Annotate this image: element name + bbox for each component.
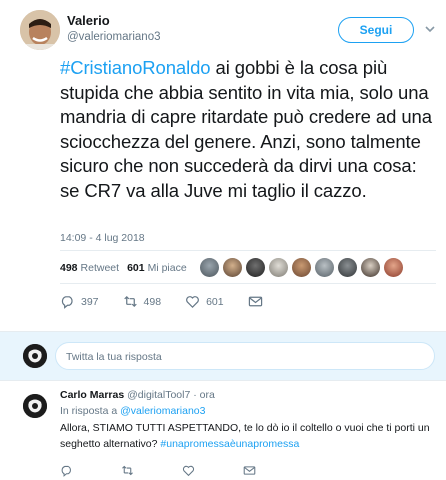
retweet-icon[interactable] [121,464,134,477]
liker-avatars [200,258,403,277]
reply-header: Carlo Marras @digitalTool7 · ora [60,389,215,401]
reply-input[interactable]: Twitta la tua risposta [55,342,435,370]
retweet-stat[interactable]: 498 Retweet [60,262,119,274]
tweet-text: #CristianoRonaldo ai gobbi è la cosa più… [60,56,440,203]
mail-icon[interactable] [243,464,256,477]
like-action[interactable]: 601 [185,294,224,309]
reply-author-handle[interactable]: @digitalTool7 [127,389,190,401]
tweet-hashtag[interactable]: #CristianoRonaldo [60,57,211,78]
like-stat[interactable]: 601 Mi piace [127,262,187,274]
divider [60,250,436,251]
liker-avatar[interactable] [200,258,219,277]
reply-actions [60,464,304,477]
reply-time[interactable]: · ora [193,389,215,401]
liker-avatar[interactable] [223,258,242,277]
retweet-action-count: 498 [143,295,162,308]
tweet-actions: 397 498 601 [60,294,287,309]
user-avatar [23,344,47,368]
mail-icon [248,296,262,307]
liker-avatar[interactable] [338,258,357,277]
liker-avatar[interactable] [315,258,334,277]
tweet-stats: 498 Retweet 601 Mi piace [60,262,187,274]
like-stat-label: Mi piace [147,262,187,274]
heart-icon [186,296,199,308]
tweet-body: ai gobbi è la cosa più stupida che abbia… [60,57,432,201]
chevron-down-icon[interactable] [425,24,435,34]
retweet-action[interactable]: 498 [123,294,162,309]
heart-icon[interactable] [182,464,195,477]
author-handle[interactable]: @valeriomariano3 [67,31,161,43]
reply-count: 397 [81,295,99,308]
tweet-timestamp[interactable]: 14:09 - 4 lug 2018 [60,232,145,244]
dm-action[interactable] [248,294,263,309]
author-avatar[interactable] [20,10,60,50]
divider [60,283,436,284]
liker-avatar[interactable] [269,258,288,277]
like-count: 601 [127,262,145,274]
author-name[interactable]: Valerio [67,13,110,28]
like-action-count: 601 [206,295,224,308]
reply-author-avatar[interactable] [23,394,47,418]
in-reply-prefix: In risposta a [60,405,121,417]
reply-compose: Twitta la tua risposta [0,331,446,381]
liker-avatar[interactable] [292,258,311,277]
reply-author-name[interactable]: Carlo Marras [60,389,124,401]
reply-icon [61,296,73,309]
reply-icon[interactable] [60,464,73,477]
in-reply-handle[interactable]: @valeriomariano3 [120,405,205,417]
retweet-stat-label: Retweet [80,262,120,274]
reply-action[interactable]: 397 [60,294,99,309]
retweet-icon [123,295,137,308]
in-reply-to: In risposta a @valeriomariano3 [60,405,206,417]
reply-hashtag[interactable]: #unapromessaèunapromessa [160,438,299,450]
reply-text: Allora, STIAMO TUTTI ASPETTANDO, te lo d… [60,421,438,452]
follow-button[interactable]: Segui [338,17,414,43]
reply-tweet: Carlo Marras @digitalTool7 · ora In risp… [0,381,446,480]
liker-avatar[interactable] [384,258,403,277]
retweet-count: 498 [60,262,78,274]
liker-avatar[interactable] [246,258,265,277]
liker-avatar[interactable] [361,258,380,277]
tweet-card: Valerio @valeriomariano3 Segui #Cristian… [0,0,446,325]
